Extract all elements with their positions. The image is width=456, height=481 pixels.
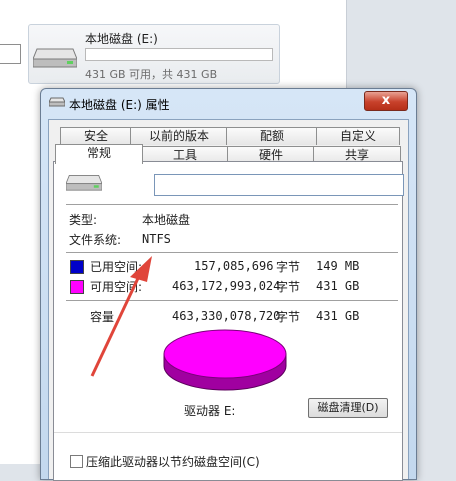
divider [66,252,398,253]
used-space-unit: 字节 [276,260,301,274]
used-space-size: 149 MB [316,259,360,273]
disk-usage-pie [163,329,287,391]
general-tab-panel: 类型: 本地磁盘 文件系统: NTFS 已用空间: 157,085,696 字节… [53,161,404,481]
disk-cleanup-button[interactable]: 磁盘清理(D) [308,398,388,418]
free-space-label: 可用空间: [90,280,143,294]
divider [54,432,402,433]
tab-general[interactable]: 常规 [55,144,143,164]
capacity-bytes: 463,330,078,720 [172,309,281,323]
drive-e-tile[interactable]: 本地磁盘 (E:) 431 GB 可用，共 431 GB [28,24,280,84]
capacity-size: 431 GB [316,309,360,323]
free-space-swatch [70,280,84,294]
free-space-bytes: 463,172,993,024 [172,279,281,293]
capacity-unit: 字节 [276,310,301,324]
drive-title-icon [49,97,65,107]
dialog-title: 本地磁盘 (E:) 属性 [69,98,170,112]
compress-label: 压缩此驱动器以节约磁盘空间(C) [86,455,260,469]
free-space-size: 431 GB [316,279,360,293]
free-space-slice [163,329,287,379]
tab-previous-versions[interactable]: 以前的版本 [130,127,228,145]
dialog-titlebar[interactable]: 本地磁盘 (E:) 属性 x [41,89,416,117]
filesystem-label: 文件系统: [69,233,122,247]
used-space-bytes: 157,085,696 [194,259,274,273]
hard-drive-icon [66,175,102,191]
drive-name: 本地磁盘 (E:) [85,32,158,46]
drive-usage-bar [85,48,273,61]
type-value: 本地磁盘 [142,213,191,227]
type-label: 类型: [69,213,98,227]
left-pane-stub[interactable] [0,44,21,64]
properties-dialog: 本地磁盘 (E:) 属性 x 安全 以前的版本 配额 自定义 常规 工具 硬件 … [40,88,417,481]
drive-letter-label: 驱动器 E: [184,404,236,418]
drive-space-text: 431 GB 可用，共 431 GB [85,68,218,81]
filesystem-value: NTFS [142,232,171,246]
used-space-label: 已用空间: [90,260,143,274]
close-button[interactable]: x [364,91,408,111]
volume-label-input[interactable] [154,174,404,196]
free-space-unit: 字节 [276,280,301,294]
tab-quota[interactable]: 配额 [226,127,318,145]
tab-customize[interactable]: 自定义 [316,127,400,145]
compress-checkbox[interactable] [70,455,83,468]
capacity-label: 容量 [90,310,115,324]
tab-security[interactable]: 安全 [60,127,132,145]
divider [66,300,398,301]
hard-drive-icon [33,48,77,68]
divider [66,204,398,205]
used-space-swatch [70,260,84,274]
